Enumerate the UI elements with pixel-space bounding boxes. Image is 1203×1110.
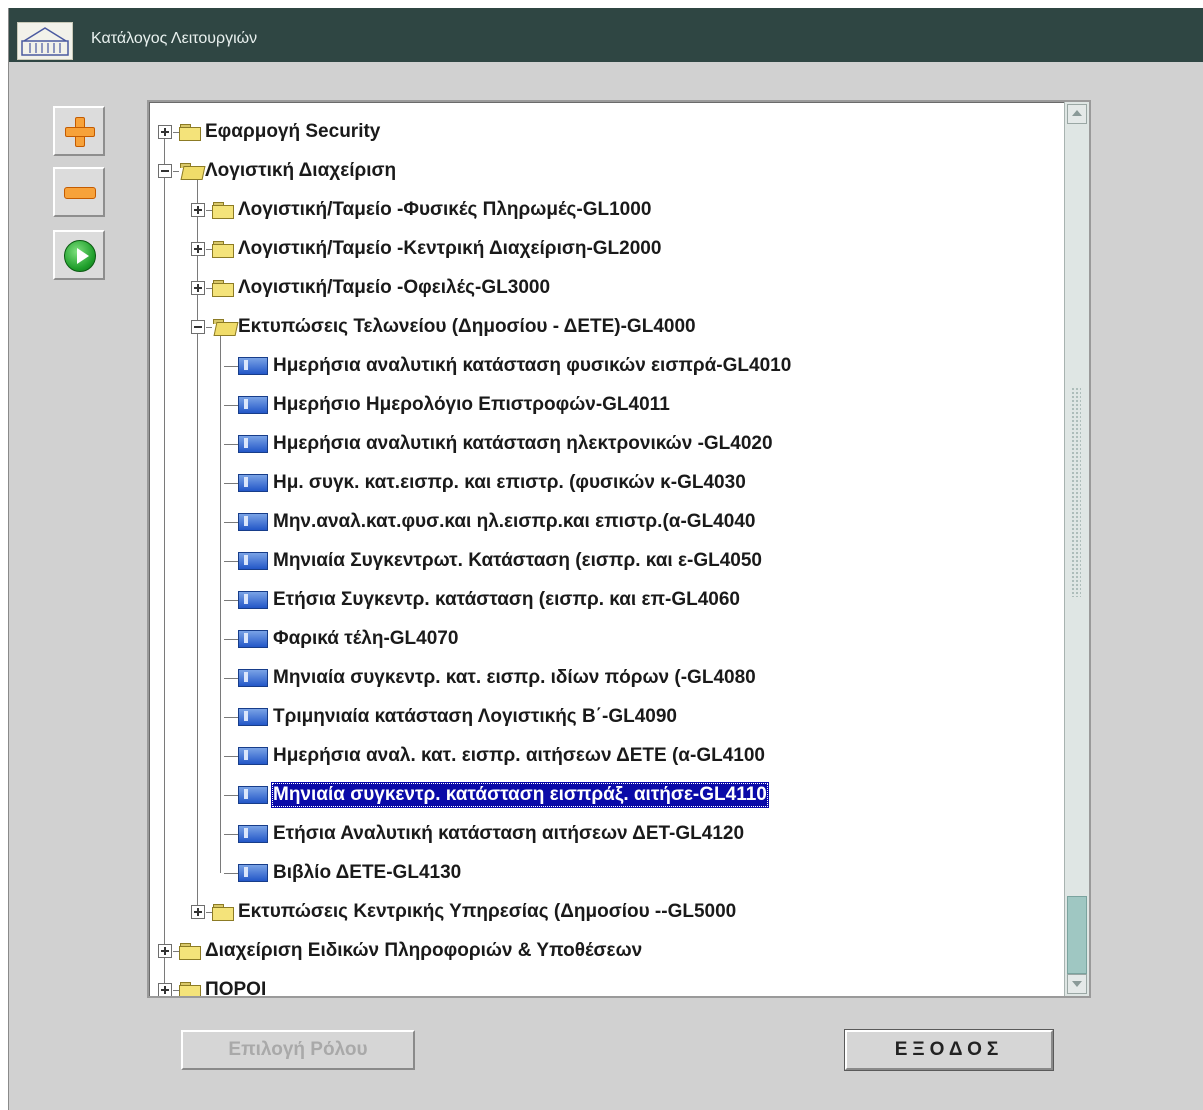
function-tree[interactable]: Εφαρμογή Security Λογιστική Διαχείριση Λογ…	[147, 100, 1091, 998]
form-icon	[238, 669, 268, 687]
tree-item-label: Εκτυπώσεις Τελωνείου (Δημοσίου - ΔΕΤΕ)-G…	[238, 316, 696, 337]
play-icon	[64, 240, 96, 272]
form-icon	[238, 708, 268, 726]
tree-leaf-item[interactable]: Ημερήσια αναλυτική κατάσταση ηλεκτρονικώ…	[224, 429, 775, 459]
collapse-toggle-icon[interactable]	[191, 320, 205, 334]
tree-folder-item[interactable]: Εφαρμογή Security	[158, 117, 382, 147]
collapse-toggle-icon[interactable]	[158, 164, 172, 178]
expand-toggle-icon[interactable]	[191, 281, 205, 295]
form-icon	[238, 825, 268, 843]
tree-folder-item[interactable]: Εκτυπώσεις Τελωνείου (Δημοσίου - ΔΕΤΕ)-G…	[191, 312, 698, 342]
scroll-down-arrow-icon[interactable]	[1067, 974, 1087, 994]
window-title: Κατάλογος Λειτουργιών	[91, 30, 258, 47]
tree-item-label: Ημ. συγκ. κατ.εισπρ. και επιστρ. (φυσικώ…	[273, 472, 746, 493]
form-icon	[238, 747, 268, 765]
tree-item-label: Λογιστική/Ταμείο -Κεντρική Διαχείριση-GL…	[238, 238, 662, 259]
expand-toggle-icon[interactable]	[191, 242, 205, 256]
scroll-up-arrow-icon[interactable]	[1067, 104, 1087, 124]
tree-leaf-item[interactable]: Μηνιαία συγκεντρ. κατ. εισπρ. ιδίων πόρω…	[224, 663, 758, 693]
folder-icon	[179, 982, 201, 996]
expand-toggle-icon[interactable]	[191, 905, 205, 919]
exit-button[interactable]: ΕΞΟΔΟΣ	[844, 1029, 1054, 1071]
tree-connector	[220, 334, 221, 873]
folder-icon	[212, 202, 234, 219]
expand-all-button[interactable]	[53, 106, 105, 156]
form-icon	[238, 474, 268, 492]
collapse-all-button[interactable]	[53, 167, 105, 217]
form-icon	[238, 435, 268, 453]
folder-icon	[179, 943, 201, 960]
tree-item-label: Εφαρμογή Security	[205, 121, 381, 142]
form-icon	[238, 513, 268, 531]
form-icon	[238, 630, 268, 648]
tree-item-label: Ετήσια Συγκεντρ. κατάσταση (εισπρ. και ε…	[273, 589, 741, 610]
tree-item-label: Εκτυπώσεις Κεντρικής Υπηρεσίας (Δημοσίου…	[238, 901, 737, 922]
open-folder-icon	[212, 319, 239, 336]
tree-leaf-item[interactable]: Ετήσια Συγκεντρ. κατάσταση (εισπρ. και ε…	[224, 585, 742, 615]
tree-item-label: Ημερήσια αναλυτική κατάσταση ηλεκτρονικώ…	[273, 433, 773, 454]
tree-item-label: Ημερήσια αναλ. κατ. εισπρ. αιτήσεων ΔΕΤΕ…	[273, 745, 765, 766]
tree-leaf-item[interactable]: Ημ. συγκ. κατ.εισπρ. και επιστρ. (φυσικώ…	[224, 468, 748, 498]
tree-item-label: Μηνιαία Συγκεντρωτ. Κατάσταση (εισπρ. κα…	[273, 550, 762, 571]
tree-folder-item[interactable]: Λογιστική/Ταμείο -Κεντρική Διαχείριση-GL…	[191, 234, 663, 264]
form-icon	[238, 786, 268, 804]
run-button[interactable]	[53, 230, 105, 280]
form-icon	[238, 552, 268, 570]
title-bar: Κατάλογος Λειτουργιών	[9, 8, 1203, 62]
tree-folder-item[interactable]: Διαχείριση Ειδικών Πληροφοριών & Υποθέσε…	[158, 936, 644, 966]
folder-icon	[179, 124, 201, 141]
tree-item-label: Βιβλίο ΔΕΤΕ-GL4130	[273, 862, 462, 883]
scrollbar-thumb[interactable]	[1067, 896, 1087, 974]
tree-folder-item[interactable]: Λογιστική/Ταμείο -Φυσικές Πληρωμές-GL100…	[191, 195, 653, 225]
tree-item-label: Μηνιαία συγκεντρ. κατάσταση εισπράξ. αιτ…	[271, 782, 769, 808]
tree-item-label: Λογιστική/Ταμείο -Οφειλές-GL3000	[238, 277, 551, 298]
tree-leaf-item[interactable]: Ημερήσια αναλ. κατ. εισπρ. αιτήσεων ΔΕΤΕ…	[224, 741, 767, 771]
tree-leaf-item[interactable]: Μηνιαία συγκεντρ. κατάσταση εισπράξ. αιτ…	[224, 780, 769, 810]
tree-leaf-item[interactable]: Φαρικά τέλη-GL4070	[224, 624, 460, 654]
tree-leaf-item[interactable]: Ημερήσιο Ημερολόγιο Επιστροφών-GL4011	[224, 390, 672, 420]
tree-item-label: Φαρικά τέλη-GL4070	[273, 628, 459, 649]
vertical-scrollbar[interactable]	[1064, 102, 1089, 996]
tree-item-label: Ημερήσιο Ημερολόγιο Επιστροφών-GL4011	[273, 394, 670, 415]
tree-connector	[164, 139, 165, 984]
expand-toggle-icon[interactable]	[158, 125, 172, 139]
tree-folder-item[interactable]: ΠΟΡΟΙ	[158, 975, 268, 998]
form-icon	[238, 591, 268, 609]
tree-leaf-item[interactable]: Βιβλίο ΔΕΤΕ-GL4130	[224, 858, 463, 888]
tree-item-label: Μην.αναλ.κατ.φυσ.και ηλ.εισπρ.και επιστρ…	[273, 511, 756, 532]
tree-folder-item[interactable]: Λογιστική/Ταμείο -Οφειλές-GL3000	[191, 273, 552, 303]
form-icon	[238, 357, 268, 375]
tree-item-label: Λογιστική Διαχείριση	[205, 160, 397, 181]
tree-item-label: Μηνιαία συγκεντρ. κατ. εισπρ. ιδίων πόρω…	[273, 667, 756, 688]
tree-item-label: Διαχείριση Ειδικών Πληροφοριών & Υποθέσε…	[205, 940, 643, 961]
expand-toggle-icon[interactable]	[158, 983, 172, 996]
tree-item-label: ΠΟΡΟΙ	[205, 979, 267, 998]
expand-toggle-icon[interactable]	[191, 203, 205, 217]
tree-leaf-item[interactable]: Ετήσια Αναλυτική κατάσταση αιτήσεων ΔΕΤ-…	[224, 819, 746, 849]
tree-leaf-item[interactable]: Ημερήσια αναλυτική κατάσταση φυσικών εισ…	[224, 351, 793, 381]
expand-toggle-icon[interactable]	[158, 944, 172, 958]
open-folder-icon	[179, 163, 206, 180]
tree-item-label: Λογιστική/Ταμείο -Φυσικές Πληρωμές-GL100…	[238, 199, 652, 220]
tree-item-label: Ετήσια Αναλυτική κατάσταση αιτήσεων ΔΕΤ-…	[273, 823, 745, 844]
tree-leaf-item[interactable]: Τριμηνιαία κατάσταση Λογιστικής Β΄-GL409…	[224, 702, 679, 732]
select-role-button[interactable]: Επιλογή Ρόλου	[181, 1030, 415, 1070]
form-icon	[238, 396, 268, 414]
app-logo-icon	[17, 22, 73, 60]
form-icon	[238, 864, 268, 882]
folder-icon	[212, 280, 234, 297]
folder-icon	[212, 241, 234, 258]
scrollbar-grip	[1071, 387, 1081, 597]
tree-folder-item[interactable]: Εκτυπώσεις Κεντρικής Υπηρεσίας (Δημοσίου…	[191, 897, 738, 927]
tree-folder-item[interactable]: Λογιστική Διαχείριση	[158, 156, 398, 186]
tree-item-label: Τριμηνιαία κατάσταση Λογιστικής Β΄-GL409…	[273, 706, 677, 727]
folder-icon	[212, 904, 234, 921]
tree-leaf-item[interactable]: Μηνιαία Συγκεντρωτ. Κατάσταση (εισπρ. κα…	[224, 546, 764, 576]
tree-leaf-item[interactable]: Μην.αναλ.κατ.φυσ.και ηλ.εισπρ.και επιστρ…	[224, 507, 757, 537]
app-window: Κατάλογος Λειτουργιών Εφαρμογή Security Λ…	[8, 8, 1203, 1110]
tree-item-label: Ημερήσια αναλυτική κατάσταση φυσικών εισ…	[273, 355, 792, 376]
